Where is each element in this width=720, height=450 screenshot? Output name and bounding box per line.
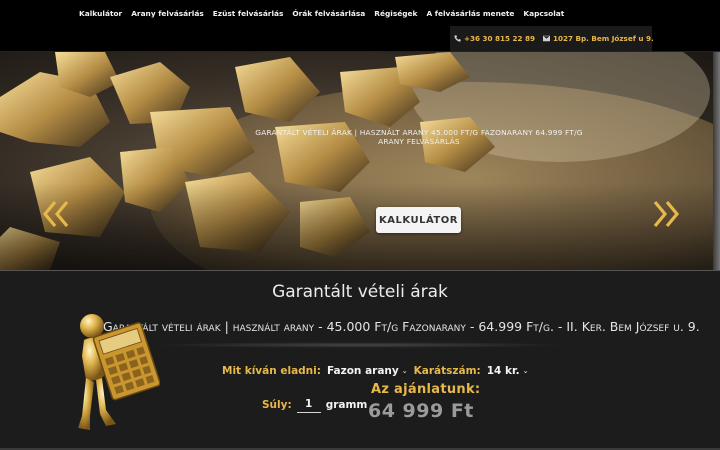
contact-box: +36 30 815 22 89 1027 Bp. Bem József u 9… [450, 26, 654, 51]
product-row: Mit kíván eladni: Fazon arany ⌄ Karátszá… [222, 365, 529, 377]
address-text: 1027 Bp. Bem József u 9. [553, 34, 654, 43]
contact-address[interactable]: 1027 Bp. Bem József u 9. [543, 34, 654, 43]
hero-slider: GARANTÁLT VÉTELI ÁRAK | HASZNÁLT ARANY 4… [0, 52, 713, 270]
price-marquee: Garantált vételi árak | használt arany -… [103, 319, 700, 334]
kalkulator-button[interactable]: KALKULÁTOR [376, 207, 461, 233]
karat-select[interactable]: 14 kr. ⌄ [487, 365, 529, 377]
sell-select[interactable]: Fazon arany ⌄ [327, 365, 408, 377]
karat-label: Karátszám: [413, 365, 481, 377]
nav-item-ezust-felvasarlas[interactable]: Ezüst felvásárlás [213, 9, 284, 18]
weight-unit: gramm [325, 398, 368, 411]
phone-number: +36 30 815 22 89 [464, 34, 536, 43]
nav-item-arany-felvasarlas[interactable]: Arany felvásárlás [131, 9, 204, 18]
weight-row: Súly: gramm [262, 396, 367, 413]
gold-nuggets-image [0, 52, 713, 270]
nav-item-felvasarlas-menete[interactable]: A felvásárlás menete [426, 9, 514, 18]
hero-caption-line2: ARANY FELVÁSÁRLÁS [378, 137, 460, 146]
chevron-down-icon: ⌄ [401, 367, 408, 375]
offer-label: Az ajánlatunk: [371, 382, 481, 397]
nav-item-regisegek[interactable]: Régiségek [374, 9, 417, 18]
karat-select-value: 14 kr. [486, 365, 520, 377]
calculator-title: Garantált vételi árak [272, 282, 448, 302]
marquee-shadow [150, 342, 570, 348]
chevron-down-icon: ⌄ [522, 367, 529, 375]
nav-item-kapcsolat[interactable]: Kapcsolat [523, 9, 564, 18]
next-slide-preview [713, 52, 720, 270]
gold-figure-calculator-image [78, 314, 160, 430]
nav-item-kalkulator[interactable]: Kalkulátor [79, 9, 122, 18]
hero-caption-line1: GARANTÁLT VÉTELI ÁRAK | HASZNÁLT ARANY 4… [255, 128, 583, 137]
main-menu: Kalkulátor Arany felvásárlás Ezüst felvá… [79, 9, 564, 18]
nav-item-orak-felvasarlasa[interactable]: Órák felvásárlása [292, 9, 365, 18]
offer-value: 64 999 Ft [368, 400, 474, 422]
double-chevron-right-icon[interactable] [652, 199, 680, 229]
sell-label: Mit kíván eladni: [222, 365, 321, 377]
contact-phone[interactable]: +36 30 815 22 89 [454, 34, 535, 43]
double-chevron-left-icon[interactable] [42, 199, 70, 229]
weight-label: Súly: [262, 398, 292, 411]
envelope-icon [543, 35, 551, 42]
phone-icon [454, 35, 461, 42]
sell-select-value: Fazon arany [326, 365, 399, 377]
weight-input[interactable] [296, 396, 321, 413]
hero-caption: GARANTÁLT VÉTELI ÁRAK | HASZNÁLT ARANY 4… [240, 128, 598, 146]
top-navigation-bar: Kalkulátor Arany felvásárlás Ezüst felvá… [0, 0, 720, 52]
